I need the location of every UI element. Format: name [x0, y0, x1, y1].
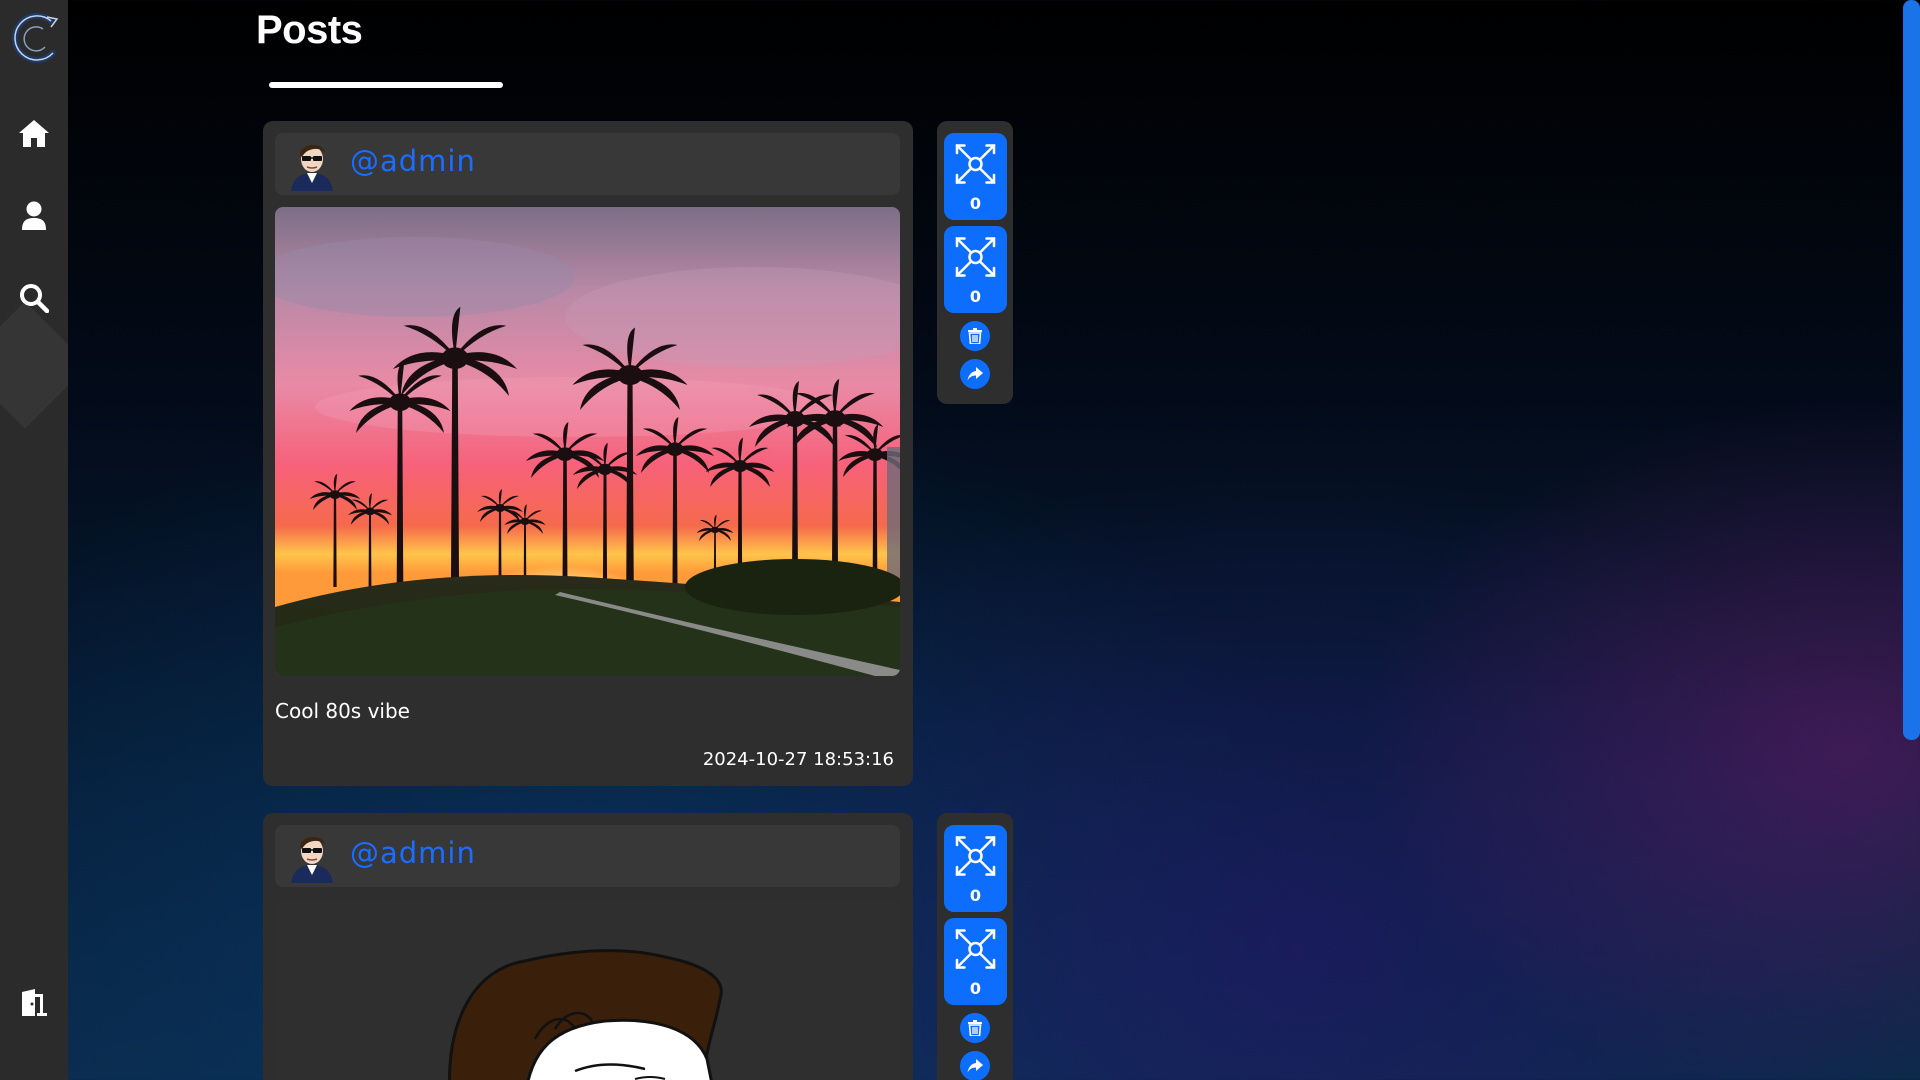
sidebar-item-search[interactable] — [0, 268, 68, 328]
delete-button[interactable] — [960, 321, 990, 351]
search-icon — [20, 284, 49, 313]
avatar[interactable] — [287, 831, 337, 883]
share-button[interactable] — [960, 1051, 990, 1080]
reaction-count: 0 — [969, 886, 982, 905]
post-card: @admin — [263, 813, 913, 1080]
post-header: @admin — [275, 825, 900, 887]
home-icon — [19, 120, 49, 147]
profile-icon — [22, 201, 46, 230]
expand-arrows-icon — [955, 836, 996, 876]
reaction-button-2[interactable]: 0 — [944, 226, 1007, 313]
reaction-count: 0 — [969, 287, 982, 306]
sidebar — [0, 0, 68, 1080]
reaction-count: 0 — [969, 194, 982, 213]
avatar[interactable] — [287, 139, 337, 191]
username-link[interactable]: @admin — [350, 836, 476, 870]
post-caption: Cool 80s vibe — [275, 699, 410, 723]
reaction-button-1[interactable]: 0 — [944, 825, 1007, 912]
title-underline — [269, 82, 503, 88]
share-arrow-icon — [967, 367, 983, 381]
logo-icon — [11, 12, 59, 63]
post-header: @admin — [275, 133, 900, 195]
username-link[interactable]: @admin — [350, 144, 476, 178]
delete-button[interactable] — [960, 1013, 990, 1043]
reaction-button-1[interactable]: 0 — [944, 133, 1007, 220]
reaction-count: 0 — [969, 979, 982, 998]
post-actions-panel: 0 0 — [937, 813, 1013, 1080]
trash-icon — [968, 328, 982, 344]
share-button[interactable] — [960, 359, 990, 389]
logout-icon — [22, 989, 47, 1016]
expand-arrows-icon — [955, 237, 996, 277]
sidebar-item-profile[interactable] — [0, 186, 68, 246]
post-image — [275, 899, 900, 1080]
post-actions-panel: 0 0 — [937, 121, 1013, 404]
scrollbar-thumb[interactable] — [1903, 0, 1920, 740]
sidebar-item-home[interactable] — [0, 103, 68, 163]
expand-arrows-icon — [955, 144, 996, 184]
page-title: Posts — [256, 8, 363, 52]
sidebar-item-logout[interactable] — [0, 973, 68, 1033]
sunset-palm-trees-image — [275, 207, 900, 676]
post-card: @admin — [263, 121, 913, 786]
cartoon-face-image — [448, 949, 723, 1080]
share-arrow-icon — [967, 1059, 983, 1073]
expand-arrows-icon — [955, 929, 996, 969]
reaction-button-2[interactable]: 0 — [944, 918, 1007, 1005]
app-logo[interactable] — [0, 6, 68, 70]
post-timestamp: 2024-10-27 18:53:16 — [702, 749, 894, 770]
post-image — [275, 207, 900, 676]
trash-icon — [968, 1020, 982, 1036]
